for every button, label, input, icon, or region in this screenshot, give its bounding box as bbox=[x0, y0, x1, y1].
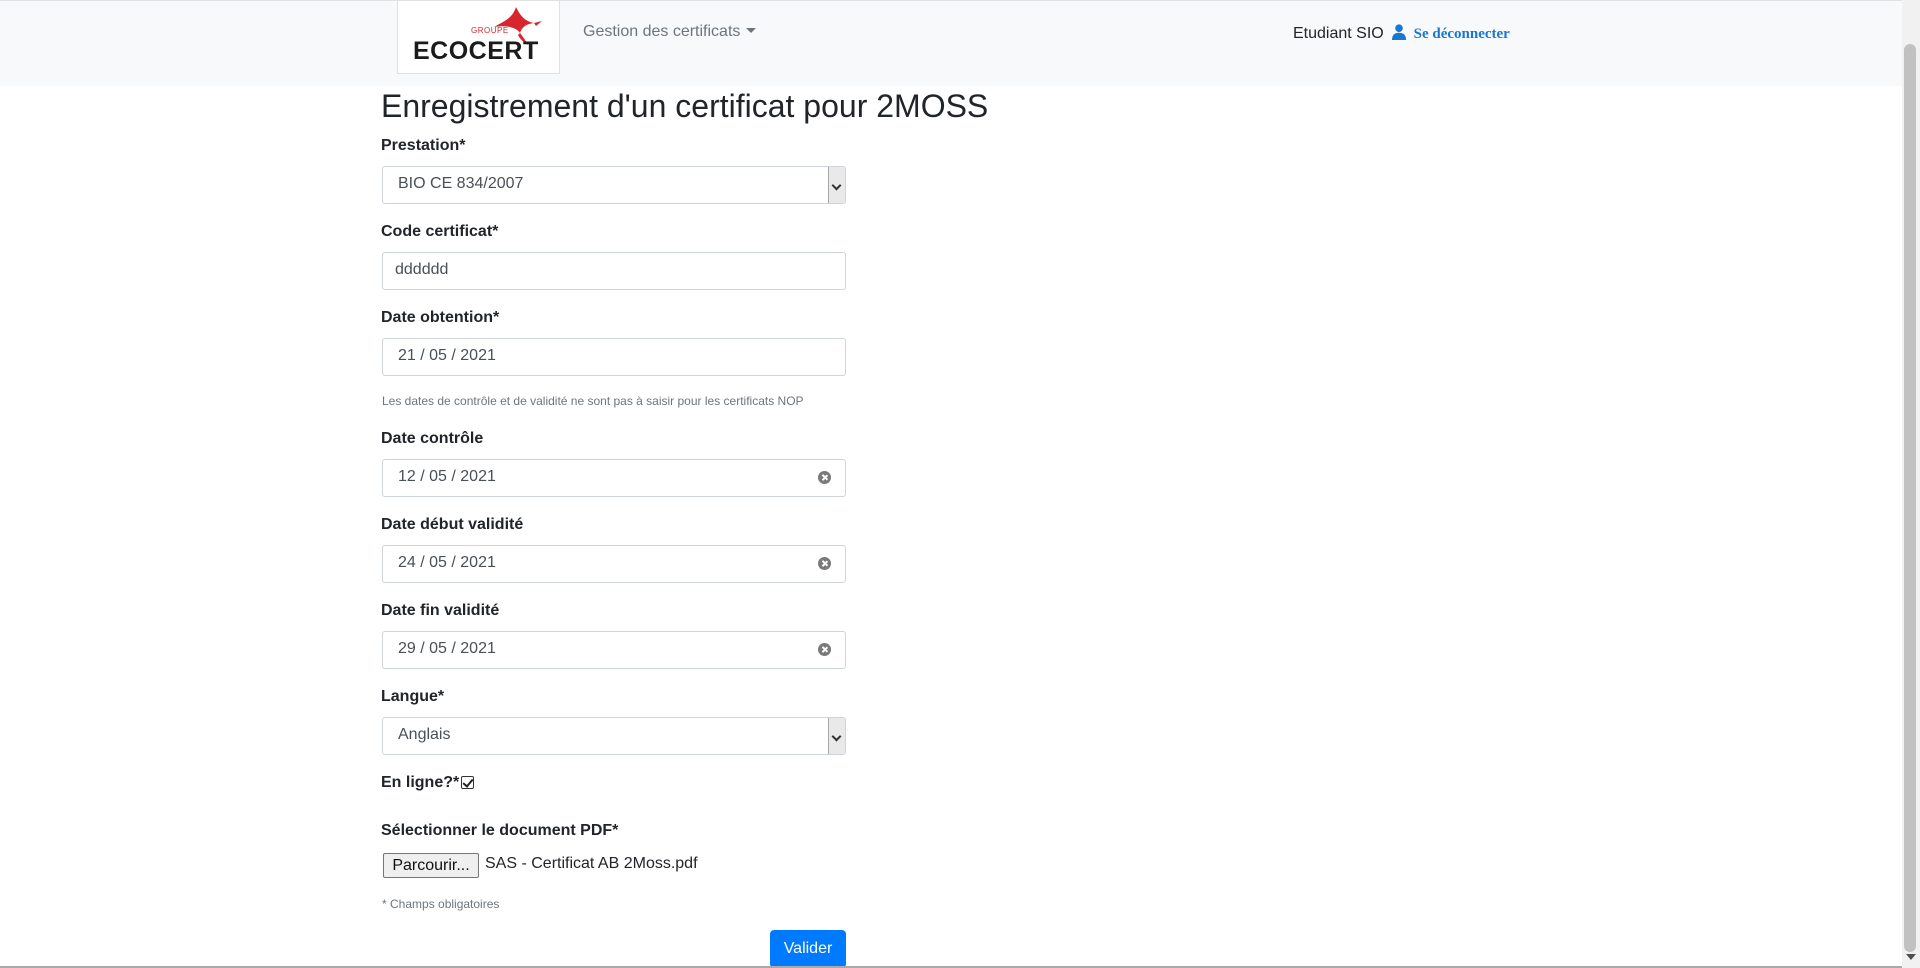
prestation-label: Prestation* bbox=[381, 137, 466, 154]
select-arrow-icon[interactable] bbox=[828, 718, 845, 754]
select-arrow-icon[interactable] bbox=[828, 167, 845, 203]
date-controle-input[interactable]: 12 / 05 / 2021 bbox=[382, 459, 846, 497]
date-obtention-value: 21 / 05 / 2021 bbox=[398, 347, 496, 364]
dates-help-text: Les dates de contrôle et de validité ne … bbox=[382, 394, 804, 408]
clear-icon[interactable] bbox=[818, 471, 831, 484]
logout-link[interactable]: Se déconnecter bbox=[1414, 26, 1510, 42]
code-certificat-label: Code certificat* bbox=[381, 223, 499, 240]
en-ligne-label: En ligne?* bbox=[381, 774, 460, 791]
date-obtention-label: Date obtention* bbox=[381, 309, 500, 326]
certificates-menu-label: Gestion des certificats bbox=[583, 23, 741, 40]
langue-value: Anglais bbox=[398, 726, 451, 743]
prestation-select[interactable]: BIO CE 834/2007 bbox=[382, 166, 846, 204]
date-controle-label: Date contrôle bbox=[381, 430, 484, 447]
page-title: Enregistrement d'un certificat pour 2MOS… bbox=[381, 88, 989, 124]
required-fields-note: * Champs obligatoires bbox=[382, 897, 500, 911]
code-certificat-input[interactable]: dddddd bbox=[382, 252, 846, 290]
date-debut-validite-input[interactable]: 24 / 05 / 2021 bbox=[382, 545, 846, 583]
langue-label: Langue* bbox=[381, 688, 445, 705]
code-certificat-value: dddddd bbox=[395, 261, 449, 278]
logo-groupe-text: GROUPE bbox=[471, 26, 509, 35]
logo-wordmark: ECOCERT bbox=[413, 37, 539, 65]
selected-file-name: SAS - Certificat AB 2Moss.pdf bbox=[485, 855, 698, 872]
date-controle-value: 12 / 05 / 2021 bbox=[398, 468, 496, 485]
scrollbar-thumb[interactable] bbox=[1904, 44, 1916, 952]
user-icon bbox=[1392, 24, 1407, 40]
submit-button[interactable]: Valider bbox=[770, 930, 846, 968]
langue-select[interactable]: Anglais bbox=[382, 717, 846, 755]
top-navbar: GROUPE ECOCERT Gestion des certificats E… bbox=[0, 0, 1902, 86]
date-debut-validite-value: 24 / 05 / 2021 bbox=[398, 554, 496, 571]
date-fin-validite-label: Date fin validité bbox=[381, 602, 500, 619]
date-obtention-input[interactable]: 21 / 05 / 2021 bbox=[382, 338, 846, 376]
date-fin-validite-value: 29 / 05 / 2021 bbox=[398, 640, 496, 657]
clear-icon[interactable] bbox=[818, 643, 831, 656]
user-name: Etudiant SIO bbox=[1293, 25, 1384, 42]
caret-down-icon bbox=[746, 28, 757, 33]
user-area: Etudiant SIO Se déconnecter bbox=[1293, 24, 1510, 43]
ecocert-logo[interactable]: GROUPE ECOCERT bbox=[397, 1, 560, 74]
vertical-scrollbar[interactable] bbox=[1902, 0, 1920, 968]
document-pdf-label: Sélectionner le document PDF* bbox=[381, 822, 619, 839]
en-ligne-checkbox[interactable] bbox=[461, 776, 474, 789]
date-debut-validite-label: Date début validité bbox=[381, 516, 524, 533]
scroll-down-arrow-icon[interactable] bbox=[1906, 954, 1916, 960]
prestation-value: BIO CE 834/2007 bbox=[398, 175, 524, 192]
certificates-menu-dropdown[interactable]: Gestion des certificats bbox=[583, 23, 757, 41]
clear-icon[interactable] bbox=[818, 557, 831, 570]
browse-file-button[interactable]: Parcourir... bbox=[383, 853, 479, 878]
date-fin-validite-input[interactable]: 29 / 05 / 2021 bbox=[382, 631, 846, 669]
